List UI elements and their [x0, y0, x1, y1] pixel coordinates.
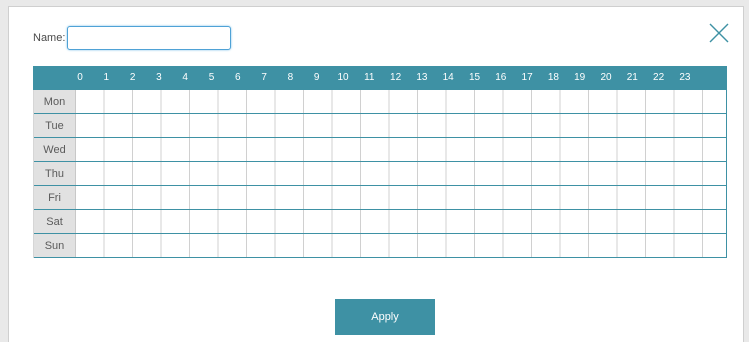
hour-label-17: 17 [521, 72, 533, 83]
hour-label-2: 2 [129, 72, 136, 83]
hour-label-9: 9 [313, 72, 320, 83]
hour-label-10: 10 [337, 72, 349, 83]
day-cells-wed[interactable] [76, 138, 727, 161]
hour-label-7: 7 [261, 72, 267, 83]
day-label-tue: Tue [34, 114, 76, 137]
hour-label-13: 13 [416, 72, 428, 83]
hour-label-6: 6 [235, 72, 241, 83]
day-cells-sat[interactable] [76, 210, 727, 233]
day-cells-sun[interactable] [76, 234, 727, 257]
name-input[interactable] [67, 26, 232, 50]
name-label: Name: [33, 32, 66, 44]
close-button[interactable] [707, 21, 731, 45]
hour-label-22: 22 [653, 72, 665, 83]
schedule-dialog: Name: 0 1 2 3 4 5 6 7 8 9 10 11 12 13 14 15 16 17 18 19 20 21… [8, 6, 744, 342]
hour-label-20: 20 [600, 72, 612, 83]
hour-label-14: 14 [442, 72, 454, 83]
schedule-grid: 0 1 2 3 4 5 6 7 8 9 10 11 12 13 14 15 16 17 18 19 20 21 22 23 M… [33, 66, 727, 258]
hour-label-4: 4 [182, 72, 188, 83]
day-cells-mon[interactable] [76, 90, 727, 113]
hour-label-11: 11 [364, 72, 375, 83]
day-label-sun: Sun [34, 234, 76, 257]
hour-label-16: 16 [495, 72, 507, 83]
hour-header: 0 1 2 3 4 5 6 7 8 9 10 11 12 13 14 15 16 17 18 19 20 21 22 23 [33, 66, 727, 90]
grid-body: Mon Tue Wed Thu Fri Sat Sun [33, 90, 727, 258]
day-row-wed[interactable]: Wed [34, 138, 727, 162]
day-label-sat: Sat [34, 210, 76, 233]
day-row-sat[interactable]: Sat [34, 210, 727, 234]
day-label-thu: Thu [34, 162, 76, 185]
hour-label-12: 12 [390, 72, 402, 83]
hour-label-8: 8 [287, 72, 294, 83]
day-row-tue[interactable]: Tue [34, 114, 727, 138]
hour-label-5: 5 [208, 72, 215, 83]
hour-label-3: 3 [156, 72, 162, 83]
hour-label-21: 21 [626, 72, 638, 83]
hour-label-1: 1 [103, 72, 110, 83]
day-row-mon[interactable]: Mon [34, 90, 727, 114]
day-row-fri[interactable]: Fri [34, 186, 727, 210]
day-label-mon: Mon [34, 90, 76, 113]
hour-label-15: 15 [468, 72, 481, 83]
hour-label-18: 18 [547, 72, 559, 83]
apply-button[interactable]: Apply [335, 299, 435, 335]
day-cells-fri[interactable] [76, 186, 727, 209]
day-row-sun[interactable]: Sun [34, 234, 727, 258]
day-cells-thu[interactable] [76, 162, 727, 185]
day-label-wed: Wed [34, 138, 76, 161]
close-icon [709, 23, 729, 43]
name-row: Name: [33, 25, 232, 51]
day-label-fri: Fri [34, 186, 76, 209]
hour-label-19: 19 [574, 72, 586, 83]
day-cells-tue[interactable] [76, 114, 727, 137]
hour-label-23: 23 [679, 72, 691, 83]
day-row-thu[interactable]: Thu [34, 162, 727, 186]
hour-label-0: 0 [77, 72, 83, 83]
